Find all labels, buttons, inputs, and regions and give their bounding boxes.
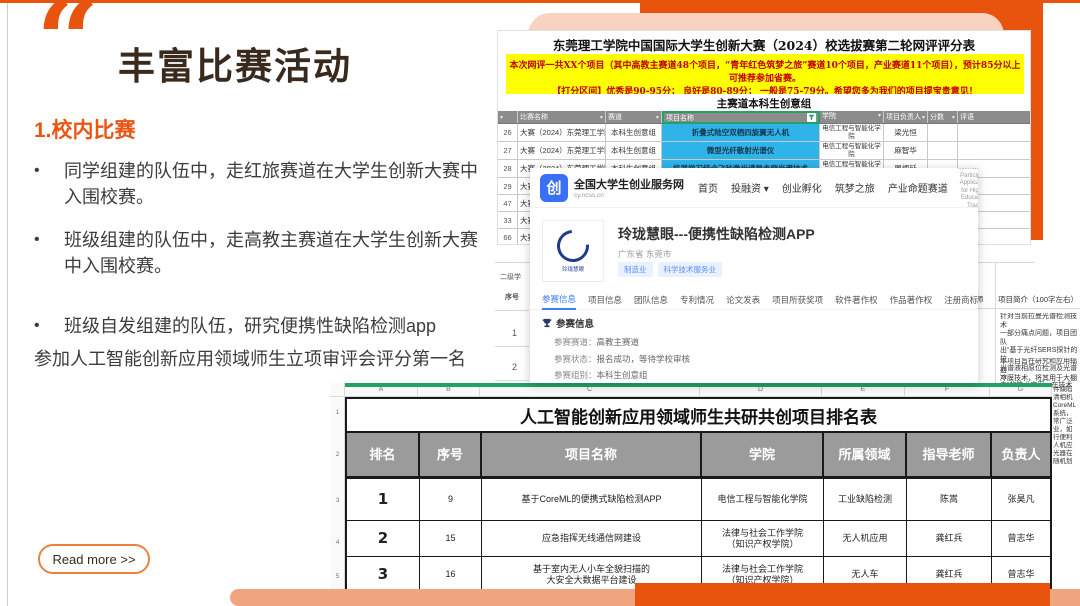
bullet-icon: • — [34, 227, 64, 279]
website-header: 创 全国大学生创业服务网 cy.ncss.cn 首页 投融资 ▾ 创业孵化 筑梦… — [530, 168, 978, 208]
col-track[interactable]: 赛道▾ — [606, 111, 662, 123]
intl-track-label: International Participant Application fo… — [958, 168, 978, 210]
row-number[interactable]: 5 — [330, 573, 345, 580]
field-group: 参赛组别：本科生创意组 — [554, 367, 690, 383]
website-nav: 首页 投融资 ▾ 创业孵化 筑梦之旅 产业命题赛道 — [698, 180, 948, 195]
col-college[interactable]: 学院▾ — [820, 111, 884, 123]
section-heading: 1.校内比赛 — [34, 114, 136, 144]
tab-project-info[interactable]: 项目信息 — [588, 290, 622, 310]
bottom-orange-bar — [635, 583, 1050, 606]
bullet-text: 班级自发组建的队伍，研究便携性缺陷检测app — [64, 313, 436, 339]
corner-cell[interactable]: ▾ — [498, 111, 518, 123]
table-header-row: ▾ 比赛名称▾ 赛道▾ 项目名称 学院▾ 项目负责人▾ 分数▾ 评语 — [498, 111, 1031, 124]
tab-awards[interactable]: 项目所获奖项 — [772, 290, 823, 310]
summary-left-col-header: 序号 — [505, 292, 519, 302]
summary-col-intro: 项目简介（100字左右） — [998, 294, 1078, 305]
bullet-text: 同学组建的队伍中，走红旅赛道在大学生创新大赛中入围校赛。 — [64, 158, 484, 210]
summary-right-fragments: 件缺陷 清相机 CoreML 系统， 常广泛 业，如 行便利 人机应 光器在 随… — [1053, 386, 1080, 466]
row-number[interactable]: 3 — [330, 497, 345, 504]
table-row: 1 9 基于CoreML的便携式缺陷检测APP 电信工程与智能化学院 工业缺陷检… — [345, 479, 1052, 521]
ranking-sheet: A B C D E F G 1 2 3 4 5 人工智能创新应用领域师生共研共创… — [330, 383, 1052, 606]
slide: “ 丰富比赛活动 1.校内比赛 • 同学组建的队伍中，走红旅赛道在大学生创新大赛… — [0, 0, 1080, 606]
tab-patents[interactable]: 专利情况 — [680, 290, 714, 310]
bullet-icon: • — [34, 158, 64, 210]
slide-left-border — [7, 3, 8, 606]
brand-name: 全国大学生创业服务网 — [574, 176, 684, 192]
tag-sci-tech-service: 科学技术服务业 — [658, 262, 723, 277]
field-status: 参赛状态：报名成功，等待学校审核 — [554, 351, 690, 368]
summary-row-number: 2 — [512, 362, 517, 372]
project-logo-icon — [550, 223, 595, 268]
brand-domain: cy.ncss.cn — [574, 192, 684, 199]
project-tabs: 参赛信息 项目信息 团队信息 专利情况 论文发表 项目所获奖项 软件著作权 作品… — [530, 290, 978, 310]
bullet-icon: • — [34, 313, 64, 339]
ncss-logo-icon[interactable]: 创 — [540, 174, 568, 202]
banner-line1: 本次网评一共XX个项目（其中高教主赛道48个项目，“青年红色筑梦之旅”赛道10个… — [506, 60, 1024, 86]
nav-home[interactable]: 首页 — [698, 180, 718, 195]
ranking-header-row: 排名 序号 项目名称 学院 所属领域 指导老师 负责人 — [345, 431, 1052, 479]
sheet-green-bar — [345, 383, 1052, 387]
tab-team-info[interactable]: 团队信息 — [634, 290, 668, 310]
ranking-title: 人工智能创新应用领域师生共研共创项目排名表 — [345, 397, 1052, 431]
summary-left-fragment: 二级学 — [500, 272, 521, 282]
filter-icon[interactable] — [807, 113, 816, 122]
project-logo: 玲珑慧眼 — [542, 220, 604, 282]
row-numbers-column: 1 2 3 4 5 — [330, 397, 345, 606]
table-row: 27 大赛（2024）东莞理工学院 本科生创意组 微型光纤散射光谱仪 电信工程与… — [498, 142, 1031, 160]
page-title: 丰富比赛活动 — [118, 36, 352, 90]
continuation-text: 参加人工智能创新应用领域师生立项审评会评分第一名 — [34, 346, 514, 372]
entry-info-fields: 参赛赛道：高教主赛道 参赛状态：报名成功，等待学校审核 参赛组别：本科生创意组 … — [554, 334, 690, 383]
brand: 全国大学生创业服务网 cy.ncss.cn — [574, 176, 684, 199]
bullet-text: 班级组建的队伍中，走高教主赛道在大学生创新大赛中入围校赛。 — [64, 227, 484, 279]
nav-dream-journey[interactable]: 筑梦之旅 — [835, 180, 875, 195]
col-leader[interactable]: 项目负责人▾ — [884, 111, 928, 123]
table-row: 2 15 应急指挥无线通信网建设 法律与社会工作学院 （知识产权学院） 无人机应… — [345, 521, 1052, 557]
row-number[interactable]: 4 — [330, 539, 345, 546]
evaluation-banner: 本次网评一共XX个项目（其中高教主赛道48个项目，“青年红色筑梦之旅”赛道10个… — [506, 54, 1024, 94]
list-item: • 班级自发组建的队伍，研究便携性缺陷检测app — [34, 313, 484, 339]
ranking-table: 人工智能创新应用领域师生共研共创项目排名表 排名 序号 项目名称 学院 所属领域… — [345, 397, 1052, 606]
bullet-list: • 同学组建的队伍中，走红旅赛道在大学生创新大赛中入围校赛。 • 班级组建的队伍… — [34, 158, 484, 356]
row-number[interactable]: 1 — [330, 409, 345, 416]
col-project[interactable]: 项目名称 — [662, 111, 820, 124]
entry-info-section-title: 参赛信息 — [542, 316, 594, 330]
col-comment[interactable]: 评语 — [958, 111, 1031, 123]
field-track: 参赛赛道：高教主赛道 — [554, 334, 690, 351]
tab-entry-info[interactable]: 参赛信息 — [542, 290, 576, 310]
table-row: 26 大赛（2024）东莞理工学院 本科生创意组 折叠式陆空双栖四旋翼无人机 电… — [498, 124, 1031, 142]
col-comp[interactable]: 比赛名称▾ — [518, 111, 606, 123]
tab-software-copyright[interactable]: 软件著作权 — [835, 290, 878, 310]
project-location: 广东省 东莞市 — [618, 248, 671, 260]
summary-row-number: 1 — [512, 328, 517, 338]
banner-line2: 【打分区间】优秀是90-95分； 良好是80-89分； 一般是75-79分。希望… — [506, 86, 1024, 94]
nav-industry-track[interactable]: 产业命题赛道 — [888, 180, 948, 195]
list-item: • 班级组建的队伍中，走高教主赛道在大学生创新大赛中入围校赛。 — [34, 227, 484, 279]
project-title: 玲珑慧眼---便携性缺陷检测APP — [618, 224, 815, 244]
trophy-icon — [542, 318, 552, 328]
row-number[interactable]: 2 — [330, 451, 345, 458]
project-logo-text: 玲珑慧眼 — [562, 265, 584, 273]
tab-trademark[interactable]: 注册商标 — [944, 290, 978, 310]
tag-manufacturing: 制造业 — [618, 262, 653, 277]
project-tags: 制造业 科学技术服务业 — [618, 262, 722, 277]
evaluation-sheet-title: 东莞理工学院中国国际大学生创新大赛（2024）校选拔赛第二轮网评评分表 — [498, 35, 1030, 54]
read-more-button[interactable]: Read more >> — [38, 544, 150, 574]
list-item: • 同学组建的队伍中，走红旅赛道在大学生创新大赛中入围校赛。 — [34, 158, 484, 210]
col-score[interactable]: 分数▾ — [928, 111, 958, 123]
nav-investment[interactable]: 投融资 ▾ — [731, 180, 769, 195]
cy-ncss-website-card: 创 全国大学生创业服务网 cy.ncss.cn 首页 投融资 ▾ 创业孵化 筑梦… — [530, 168, 978, 383]
group-header: 主赛道本科生创意组 — [498, 96, 1030, 111]
nav-incubation[interactable]: 创业孵化 — [782, 180, 822, 195]
tab-work-copyright[interactable]: 作品著作权 — [890, 290, 933, 310]
tab-papers[interactable]: 论文发表 — [726, 290, 760, 310]
